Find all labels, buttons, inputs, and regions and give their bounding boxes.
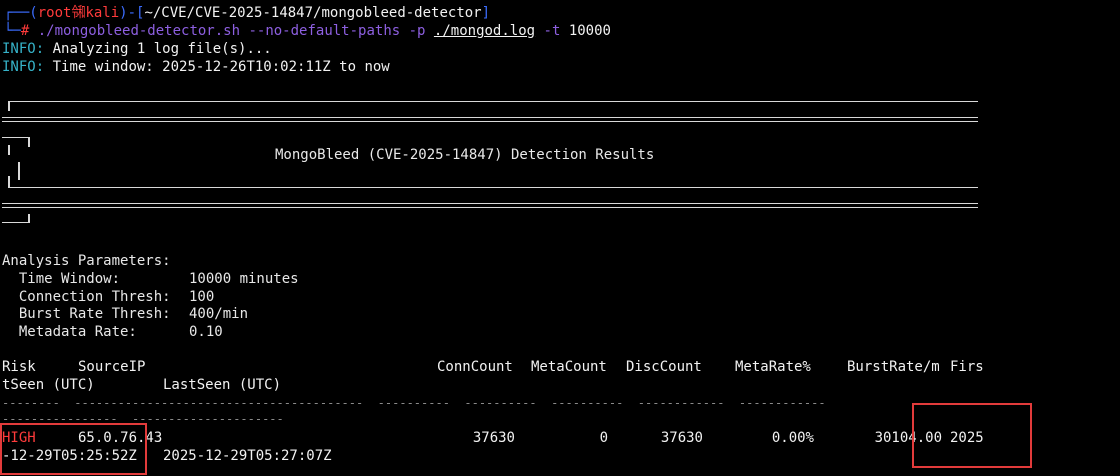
terminal-window[interactable]: ┌──(root㋿kali)-[~/CVE/CVE-2025-14847/mon… [0,0,1120,476]
prompt-user: root [37,5,72,21]
banner-border-corner [8,145,10,155]
param-value-connection-thresh: 100 [189,289,215,305]
banner-border-line [2,203,978,204]
row-conn-count: 37630 [472,430,515,446]
col-header-risk: Risk [2,359,36,375]
row-meta-rate: 0.00% [771,430,814,446]
banner-border-line [2,207,978,208]
command-arg-t: -t [543,23,561,39]
banner-border-corner [2,137,30,138]
prompt-host: kali [85,5,120,21]
prompt-line: ┌──(root㋿kali)-[~/CVE/CVE-2025-14847/mon… [4,5,491,21]
row-last-seen: 2025-12-29T05:27:07Z [163,448,332,464]
highlight-box-risk [0,423,147,475]
col-header-meta-count: MetaCount [531,359,607,375]
command-arg-minutes: 10000 [568,23,611,39]
info-line-analyzing: INFO: Analyzing 1 log file(s)... [2,41,272,57]
param-value-time-window: 10000 minutes [189,271,299,287]
col-header-last-seen: LastSeen (UTC) [163,377,282,393]
command-arg-p: -p [408,23,426,39]
param-value-burst-rate-thresh: 400/min [189,306,249,322]
param-label-time-window: Time Window: [2,271,121,287]
banner-border-corner [28,214,30,223]
banner-border-top [8,101,978,102]
kali-skull-icon: ㋿ [71,5,86,21]
col-header-source-ip: SourceIP [78,359,146,375]
info-line-time-window: INFO: Time window: 2025-12-26T10:02:11Z … [2,59,390,75]
col-header-first-seen-wrap: tSeen (UTC) [2,377,95,393]
row-meta-count: 0 [599,430,608,446]
command-line[interactable]: └─# ./mongobleed-detector.sh --no-defaul… [4,23,611,40]
table-separator: -------- -------------------------------… [2,396,826,410]
command-name: ./mongobleed-detector.sh [37,23,241,39]
banner-border-line [2,117,978,118]
banner-border-line [2,121,978,122]
banner-border-corner [18,162,20,180]
param-label-burst-rate-thresh: Burst Rate Thresh: [2,306,171,322]
col-header-conn-count: ConnCount [437,359,513,375]
param-value-metadata-rate: 0.10 [189,324,223,340]
command-logfile: ./mongod.log [433,23,536,39]
command-arg-no-default-paths: --no-default-paths [248,23,401,39]
banner-border-line [8,187,978,188]
banner-border-corner [28,137,30,147]
row-disc-count: 37630 [660,430,703,446]
col-header-disc-count: DiscCount [626,359,702,375]
banner-title: MongoBleed (CVE-2025-14847) Detection Re… [275,147,655,163]
prompt-path: ~/CVE/CVE-2025-14847/mongobleed-detector [144,5,482,21]
banner-border-bottom [2,222,30,223]
banner-border-corner [8,101,10,111]
prompt-hash: # [20,23,30,39]
highlight-box-first-seen [912,403,1032,468]
col-header-meta-rate: MetaRate% [735,359,811,375]
params-heading: Analysis Parameters: [2,253,171,269]
col-header-burst-rate: BurstRate/m [847,359,940,375]
col-header-first-seen: Firs [950,359,984,375]
param-label-connection-thresh: Connection Thresh: [2,289,171,305]
param-label-metadata-rate: Metadata Rate: [2,324,137,340]
